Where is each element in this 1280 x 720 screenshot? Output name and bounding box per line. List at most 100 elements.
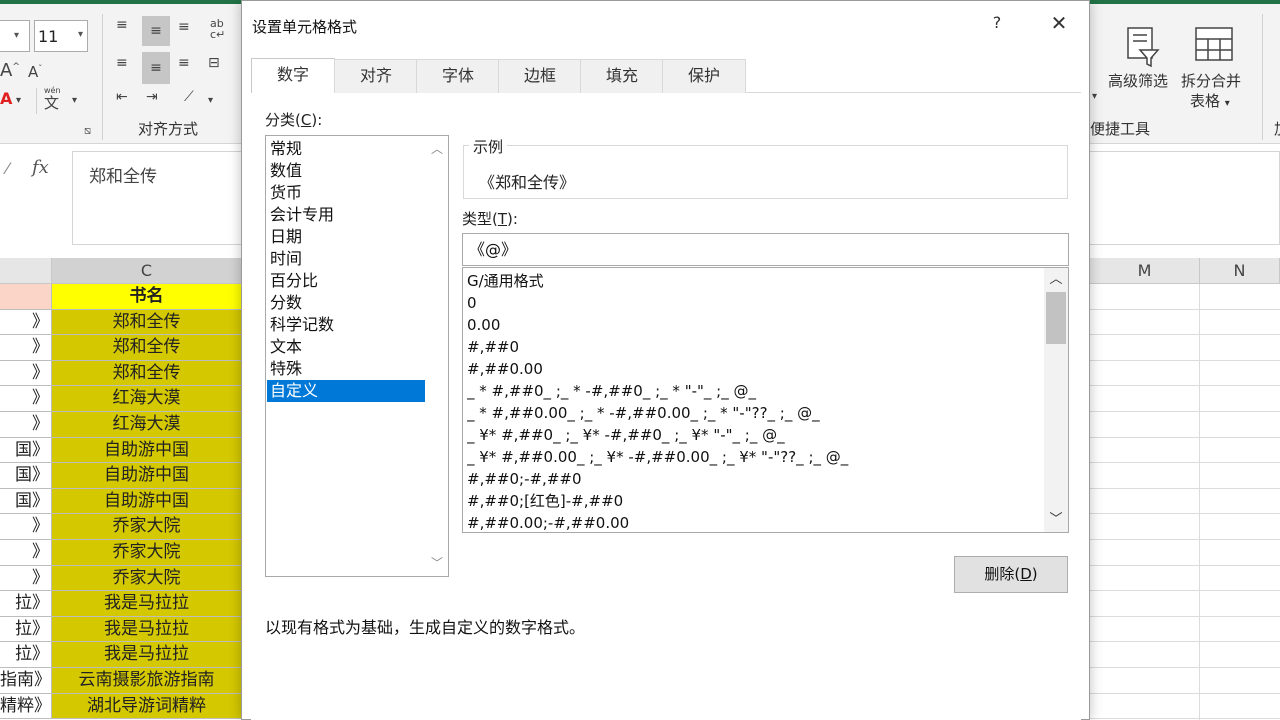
font-name-dropdown[interactable]: ▾	[0, 20, 30, 52]
chevron-down-icon[interactable]: ▾	[72, 92, 77, 110]
decrease-font-icon[interactable]: Aˇ	[28, 60, 42, 81]
format-item[interactable]: #,##0.00;-#,##0.00	[467, 512, 1037, 532]
category-scrollbar[interactable]: ︿ ﹀	[426, 136, 448, 576]
format-item[interactable]: #,##0;-#,##0	[467, 468, 1037, 490]
format-item[interactable]: 0	[467, 292, 1037, 314]
cell-b[interactable]: 精粹》	[0, 693, 52, 720]
format-code-list[interactable]: G/通用格式 0 0.00 #,##0 #,##0.00 _ * #,##0_ …	[462, 267, 1069, 533]
cell-c[interactable]: 郑和全传	[52, 335, 242, 361]
cell-b[interactable]: 国》	[0, 463, 52, 489]
increase-font-icon[interactable]: A^	[0, 58, 20, 80]
orientation-icon[interactable]: ⟋	[184, 88, 194, 106]
scroll-down-icon[interactable]: ﹀	[426, 554, 448, 572]
tab-alignment[interactable]: 对齐	[334, 59, 418, 93]
cell-b[interactable]: 指南》	[0, 668, 52, 694]
cell-c[interactable]: 自助游中国	[52, 463, 242, 489]
wrap-text-icon[interactable]: ab c↵	[210, 18, 225, 40]
cell-b[interactable]: 》	[0, 514, 52, 540]
cell-b[interactable]	[0, 284, 52, 310]
cell-b[interactable]: 》	[0, 360, 52, 387]
font-color-icon[interactable]: A	[0, 90, 12, 108]
category-item-scientific[interactable]: 科学记数	[267, 314, 425, 336]
column-header-n[interactable]: N	[1200, 258, 1280, 284]
chevron-down-icon[interactable]: ▾	[1092, 88, 1097, 106]
cell-b[interactable]: 》	[0, 565, 52, 592]
category-item-percentage[interactable]: 百分比	[267, 270, 425, 292]
help-button[interactable]: ?	[988, 13, 1006, 35]
align-left-icon[interactable]: ≡	[116, 54, 128, 72]
format-item[interactable]: #,##0;[红色]-#,##0	[467, 490, 1037, 512]
cell-c[interactable]: 云南摄影旅游指南	[52, 668, 242, 694]
cell-b[interactable]: 》	[0, 540, 52, 566]
insert-function-icon[interactable]: fx	[32, 157, 49, 178]
cell-c[interactable]: 乔家大院	[52, 565, 242, 592]
tab-fill[interactable]: 填充	[580, 59, 664, 93]
cell-c[interactable]: 红海大漠	[52, 412, 242, 438]
close-button[interactable]: ✕	[1048, 11, 1070, 35]
category-item-text[interactable]: 文本	[267, 336, 425, 358]
format-item[interactable]: _ * #,##0.00_ ;_ * -#,##0.00_ ;_ * "-"??…	[467, 402, 1037, 424]
tab-font[interactable]: 字体	[416, 59, 500, 93]
align-bottom-icon[interactable]: ≡	[178, 18, 190, 36]
category-item-special[interactable]: 特殊	[267, 358, 425, 380]
split-merge-table-button[interactable]: 拆分合并	[1181, 70, 1241, 91]
cell-c[interactable]: 湖北导游词精粹	[52, 693, 242, 720]
tab-border[interactable]: 边框	[498, 59, 582, 93]
format-item[interactable]: _ ¥* #,##0.00_ ;_ ¥* -#,##0.00_ ;_ ¥* "-…	[467, 446, 1037, 468]
cell-b[interactable]: 国》	[0, 437, 52, 464]
format-item[interactable]: G/通用格式	[467, 270, 1037, 292]
cell-b[interactable]: 国》	[0, 488, 52, 515]
format-item[interactable]: _ ¥* #,##0_ ;_ ¥* -#,##0_ ;_ ¥* "-"_ ;_ …	[467, 424, 1037, 446]
cell-b[interactable]: 拉》	[0, 616, 52, 643]
merge-center-icon[interactable]: ⊟	[208, 54, 220, 72]
phonetic-icon[interactable]: wén 文	[44, 86, 61, 111]
format-list-scrollbar[interactable]: ︿ ﹀	[1044, 268, 1068, 532]
chevron-down-icon[interactable]: ▾	[16, 92, 21, 110]
category-item-general[interactable]: 常规	[267, 138, 425, 160]
format-item[interactable]: _ * #,##0_ ;_ * -#,##0_ ;_ * "-"_ ;_ @_	[467, 380, 1037, 402]
cell-c[interactable]: 郑和全传	[52, 309, 242, 336]
column-header-m[interactable]: M	[1090, 258, 1200, 284]
align-middle-icon[interactable]: ≡	[142, 16, 170, 46]
cell-b[interactable]: 》	[0, 309, 52, 336]
cell-b[interactable]: 拉》	[0, 642, 52, 668]
scroll-up-icon[interactable]: ︿	[1044, 270, 1068, 290]
increase-indent-icon[interactable]: ⇥	[146, 88, 158, 106]
cell-c[interactable]: 红海大漠	[52, 386, 242, 412]
decrease-indent-icon[interactable]: ⇤	[116, 88, 128, 106]
cell-c[interactable]: 我是马拉拉	[52, 591, 242, 617]
scroll-up-icon[interactable]: ︿	[426, 140, 448, 158]
category-item-fraction[interactable]: 分数	[267, 292, 425, 314]
format-item[interactable]: #,##0	[467, 336, 1037, 358]
category-list[interactable]: 常规 数值 货币 会计专用 日期 时间 百分比 分数 科学记数 文本 特殊 自定…	[265, 135, 449, 577]
tab-number[interactable]: 数字	[251, 58, 335, 93]
column-header-b[interactable]	[0, 258, 52, 284]
category-item-date[interactable]: 日期	[267, 226, 425, 248]
cell-c[interactable]: 郑和全传	[52, 360, 242, 387]
scroll-thumb[interactable]	[1046, 292, 1066, 344]
format-item[interactable]: 0.00	[467, 314, 1037, 336]
tab-protection[interactable]: 保护	[662, 59, 746, 93]
cell-c[interactable]: 自助游中国	[52, 437, 242, 464]
cell-b[interactable]: 》	[0, 386, 52, 412]
advanced-filter-button[interactable]: 高级筛选	[1108, 70, 1168, 91]
cell-c[interactable]: 自助游中国	[52, 488, 242, 515]
cell-c[interactable]: 乔家大院	[52, 514, 242, 540]
cell-c[interactable]: 我是马拉拉	[52, 642, 242, 668]
chevron-down-icon[interactable]: ▾	[208, 92, 213, 110]
column-header-c[interactable]: C	[52, 258, 242, 284]
type-input[interactable]: 《@》	[462, 233, 1069, 266]
delete-button[interactable]: 删除(D)	[954, 556, 1068, 593]
cell-b[interactable]: 》	[0, 335, 52, 361]
scroll-down-icon[interactable]: ﹀	[1044, 510, 1068, 530]
category-item-accounting[interactable]: 会计专用	[267, 204, 425, 226]
cell-c[interactable]: 我是马拉拉	[52, 616, 242, 643]
cell-b[interactable]: 》	[0, 412, 52, 438]
font-size-dropdown[interactable]: 11 ▾	[34, 20, 88, 52]
align-right-icon[interactable]: ≡	[178, 54, 190, 72]
dialog-launcher-icon[interactable]: ⧅	[84, 122, 91, 140]
category-item-custom[interactable]: 自定义	[267, 380, 425, 402]
align-center-icon[interactable]: ≡	[142, 52, 170, 84]
cell-b[interactable]: 拉》	[0, 591, 52, 617]
cell-c[interactable]: 乔家大院	[52, 540, 242, 566]
